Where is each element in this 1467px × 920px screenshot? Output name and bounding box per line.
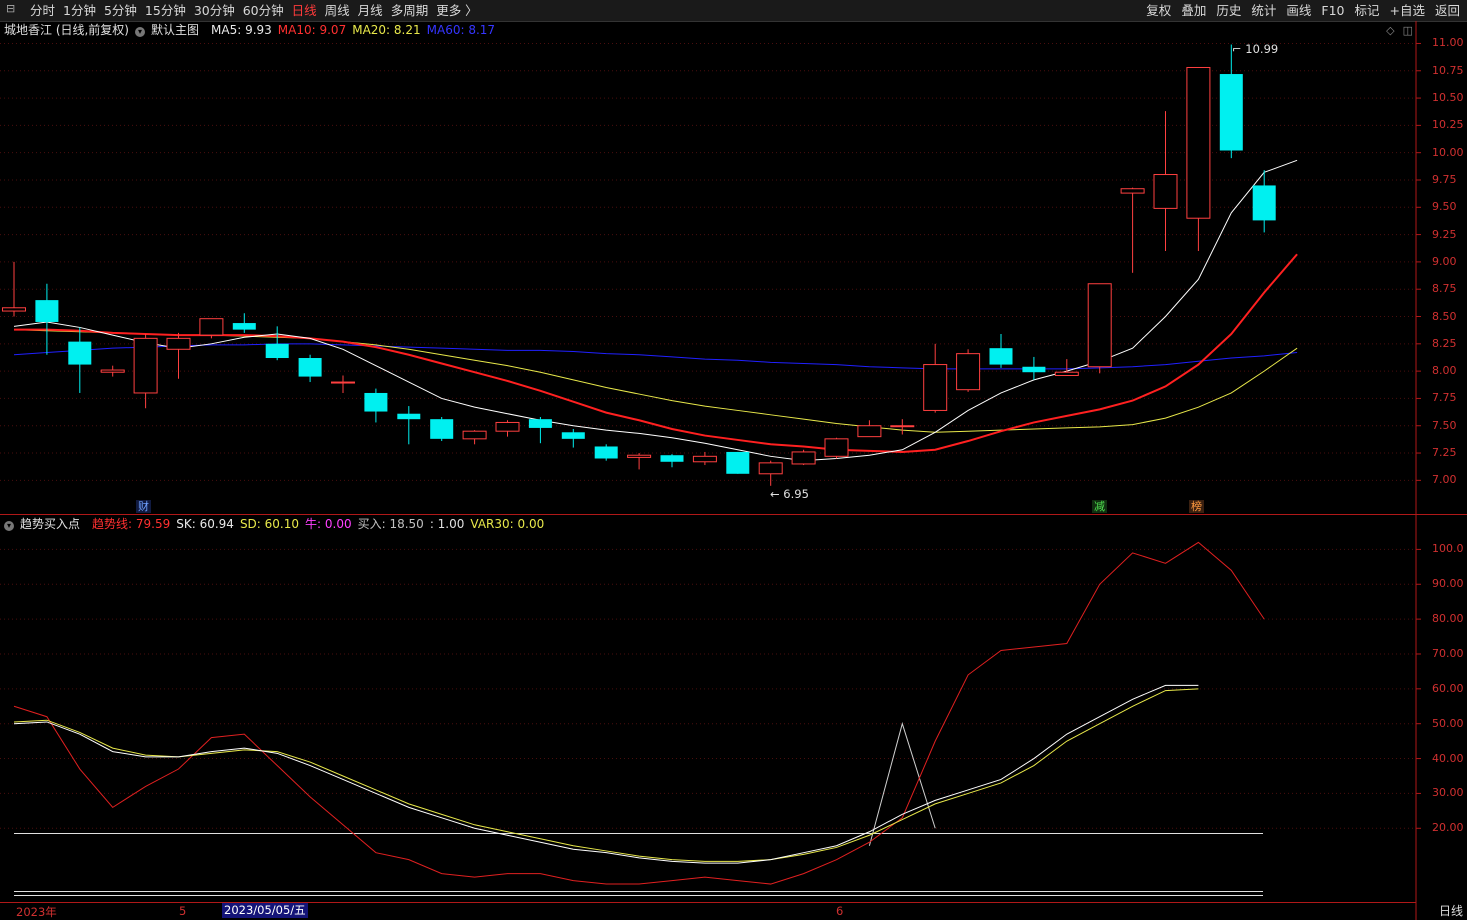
price-tick-label: 7.50	[1432, 418, 1457, 432]
date-month6-label: 6	[836, 904, 844, 918]
candle-body-down	[35, 300, 59, 322]
price-tick-label: 9.75	[1432, 172, 1457, 186]
date-cursor-label: 2023/05/05/五	[222, 903, 308, 918]
event-marker-jian[interactable]: 减	[1092, 500, 1107, 513]
candle-body-down	[660, 455, 684, 462]
candle-body-up	[331, 381, 355, 384]
candle-body-down	[561, 432, 585, 439]
price-tick-label: 8.25	[1432, 336, 1457, 350]
kline-chart[interactable]	[0, 0, 1467, 920]
price-tick-label: 8.75	[1432, 282, 1457, 296]
price-tick-label: 11.00	[1432, 36, 1464, 50]
price-tick-label: 8.50	[1432, 309, 1457, 323]
candle-body-down	[397, 413, 421, 420]
date-month5-label: 5	[179, 904, 187, 918]
price-tick-label: 7.00	[1432, 473, 1457, 487]
candle-body-up	[791, 451, 816, 465]
candle-body-up	[199, 318, 224, 336]
candle-body-up	[692, 455, 717, 463]
candle-body-down	[989, 348, 1013, 365]
sk-line	[13, 684, 1199, 864]
low-price-note: ← 6.95	[770, 487, 809, 501]
candle-body-up	[857, 425, 882, 438]
candle-body-up	[1087, 283, 1112, 368]
price-tick-label: 10.75	[1432, 63, 1464, 77]
candle-body-up	[100, 369, 125, 373]
event-marker-bang[interactable]: 榜	[1189, 500, 1204, 513]
candle-body-up	[1054, 371, 1079, 376]
date-year-label: 2023年	[16, 905, 57, 919]
period-label: 日线	[1438, 904, 1463, 918]
price-tick-label: 10.25	[1432, 118, 1464, 132]
spike-line	[868, 721, 936, 846]
indicator-tick-label: 30.00	[1432, 786, 1464, 800]
candle-body-up	[1120, 188, 1145, 194]
candle-body-down	[726, 451, 750, 474]
candle-body-down	[364, 392, 388, 412]
candle-body-down	[1252, 185, 1276, 221]
candle-body-down	[528, 419, 552, 428]
candle-body-up	[1186, 66, 1211, 219]
candle-body-down	[68, 341, 92, 365]
candle-body-down	[1219, 74, 1243, 151]
candle-body-up	[495, 421, 520, 432]
date-axis: 2023年 5 6	[0, 903, 1416, 920]
candle-body-down	[430, 419, 454, 439]
price-tick-label: 7.25	[1432, 446, 1457, 460]
price-tick-label: 10.00	[1432, 145, 1464, 159]
indicator-tick-label: 20.00	[1432, 821, 1464, 835]
price-tick-label: 9.50	[1432, 200, 1457, 214]
price-tick-label: 9.25	[1432, 227, 1457, 241]
trend-line	[13, 541, 1265, 885]
sd-line	[13, 688, 1199, 862]
price-tick-label: 9.00	[1432, 254, 1457, 268]
price-tick-label: 10.50	[1432, 91, 1464, 105]
candle-body-up	[758, 462, 783, 475]
indicator-tick-label: 60.00	[1432, 681, 1464, 695]
indicator-tick-label: 80.00	[1432, 612, 1464, 626]
indicator-tick-label: 50.00	[1432, 716, 1464, 730]
candle-body-up	[166, 337, 191, 350]
candle-body-up	[1153, 174, 1178, 209]
candle-body-down	[594, 446, 618, 459]
candle-body-down	[1022, 366, 1046, 373]
candle-body-down	[265, 343, 289, 359]
candle-body-up	[890, 425, 915, 428]
price-tick-label: 7.75	[1432, 391, 1457, 405]
indicator-tick-label: 100.0	[1432, 542, 1464, 556]
candle-body-down	[232, 323, 256, 330]
candle-body-up	[2, 307, 26, 312]
candle-body-up	[824, 438, 849, 457]
event-marker-cai[interactable]: 财	[136, 500, 151, 513]
candle-body-up	[923, 364, 948, 411]
high-price-note: ⌐ 10.99	[1232, 42, 1279, 56]
candle-body-up	[133, 337, 158, 394]
candle-body-up	[956, 353, 981, 391]
indicator-tick-label: 40.00	[1432, 751, 1464, 765]
candle-body-up	[627, 454, 652, 458]
price-tick-label: 8.00	[1432, 364, 1457, 378]
indicator-tick-label: 70.00	[1432, 646, 1464, 660]
indicator-tick-label: 90.00	[1432, 577, 1464, 591]
candle-body-down	[298, 358, 322, 377]
candle-body-up	[462, 430, 487, 440]
